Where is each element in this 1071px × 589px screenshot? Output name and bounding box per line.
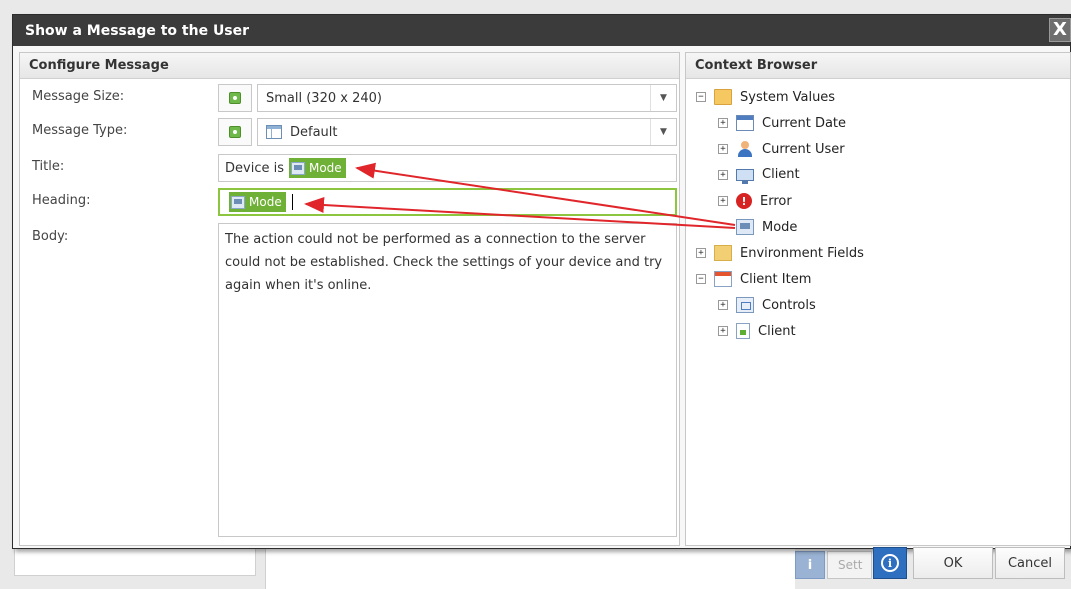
tree-node-label: Error [760,193,792,209]
message-type-value: Default [290,124,338,140]
tree-node-environment-fields[interactable]: + Environment Fields [696,245,864,261]
error-icon: ! [736,193,752,209]
controls-icon [736,297,754,313]
tree-node-label: System Values [740,89,836,105]
tree-node-label: Client [762,167,800,182]
picker-icon [229,92,241,104]
expand-icon[interactable]: + [718,196,728,206]
document-icon [736,323,750,339]
dialog-titlebar: Show a Message to the User X [13,15,1071,46]
background-panel [265,548,795,589]
heading-token-label: Mode [249,195,282,209]
expand-icon[interactable]: + [718,118,728,128]
body-textarea[interactable]: The action could not be performed as a c… [218,223,677,537]
configure-message-header: Configure Message [20,53,679,79]
expand-icon[interactable]: + [718,326,728,336]
message-type-dropdown[interactable]: Default ▼ [257,118,677,146]
dialog-title: Show a Message to the User [25,22,250,39]
tree-node-current-date[interactable]: + Current Date [718,115,846,131]
message-size-label: Message Size: [32,89,125,104]
title-label: Title: [32,159,65,174]
tree-node-label: Client [758,323,796,339]
background-info-button[interactable]: i [795,551,825,579]
chevron-down-icon[interactable]: ▼ [650,85,676,111]
title-mode-token[interactable]: Mode [288,158,346,178]
context-browser-header: Context Browser [686,53,1070,79]
message-size-picker-button[interactable] [218,84,252,112]
tree-node-label: Client Item [740,271,812,287]
folder-icon [714,245,732,261]
tree-node-client-item-client[interactable]: + Client [718,323,796,339]
context-browser-panel: Context Browser − System Values + Curren… [685,52,1071,546]
tree-node-label: Current User [762,141,845,157]
mode-icon [736,219,754,235]
close-icon: X [1053,19,1067,40]
tree-node-client-item[interactable]: − Client Item [696,271,811,287]
info-icon: i [807,557,813,573]
expand-icon[interactable]: + [718,300,728,310]
background-settings-button[interactable]: Sett [827,551,872,579]
background-field [14,548,256,576]
message-type-label: Message Type: [32,123,128,138]
expand-icon[interactable]: + [696,248,706,258]
text-caret [291,194,293,210]
message-type-picker-button[interactable] [218,118,252,146]
cancel-button[interactable]: Cancel [995,547,1065,579]
collapse-icon[interactable]: − [696,92,706,102]
info-icon: i [881,554,899,572]
info-button[interactable]: i [873,547,907,579]
tree-node-label: Controls [762,297,816,313]
tree-node-current-user[interactable]: + Current User [718,141,845,157]
expand-icon[interactable]: + [718,144,728,154]
tree-node-label: Mode [762,219,798,235]
collapse-icon[interactable]: − [696,274,706,284]
calendar-icon [736,115,754,131]
tree-node-controls[interactable]: + Controls [718,297,816,313]
picker-icon [229,126,241,138]
heading-mode-token[interactable]: Mode [229,192,286,212]
heading-field[interactable]: Mode [218,188,677,216]
title-token-label: Mode [308,161,342,175]
chevron-down-icon[interactable]: ▼ [650,119,676,145]
monitor-icon [736,168,754,184]
tree-node-error[interactable]: + ! Error [718,193,792,209]
body-text: The action could not be performed as a c… [225,232,663,293]
mode-icon [290,161,305,175]
message-dialog: Show a Message to the User X Configure M… [12,14,1071,549]
body-label: Body: [32,229,69,244]
user-icon [736,141,754,157]
heading-label: Heading: [32,193,91,208]
mode-icon [231,195,245,209]
tree-node-mode[interactable]: Mode [718,219,797,235]
message-size-value: Small (320 x 240) [266,90,382,106]
tree-node-system-values[interactable]: − System Values [696,89,835,105]
message-size-dropdown[interactable]: Small (320 x 240) ▼ [257,84,677,112]
ok-button[interactable]: OK [913,547,993,579]
tree-node-label: Current Date [762,115,847,131]
default-layout-icon [266,125,282,139]
folder-open-icon [714,89,732,105]
title-field[interactable]: Device is Mode [218,154,677,182]
configure-message-panel: Configure Message Message Size: Small (3… [19,52,680,546]
no-expander [718,222,728,232]
tree-node-client[interactable]: + Client [718,167,800,184]
expand-icon[interactable]: + [718,169,728,180]
title-prefix-text: Device is [225,160,284,176]
client-item-icon [714,271,732,287]
close-button[interactable]: X [1049,18,1071,42]
tree-node-label: Environment Fields [740,245,864,261]
